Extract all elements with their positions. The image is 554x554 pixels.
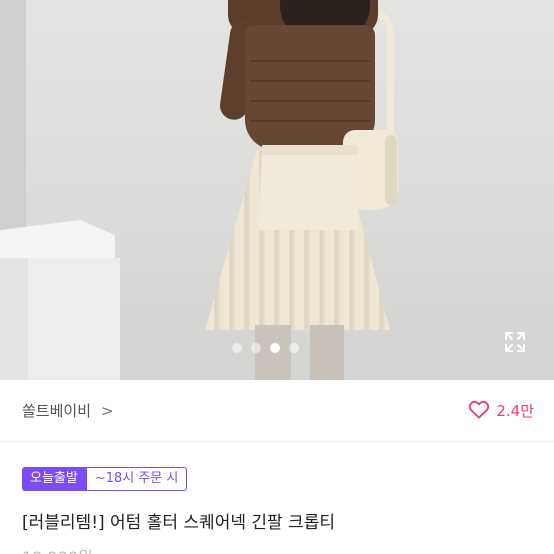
pedestal-side	[0, 258, 28, 380]
carousel-dot[interactable]	[232, 343, 242, 353]
like-count: 2.4만	[496, 402, 534, 420]
top-rib	[250, 100, 370, 102]
model-leg	[310, 325, 344, 380]
expand-icon[interactable]	[503, 330, 527, 354]
bag-shade	[385, 135, 397, 205]
delivery-badges: 오늘출발 ~18시 주문 시	[22, 467, 188, 491]
top-rib	[250, 120, 370, 122]
skirt-yoke	[258, 150, 358, 230]
top-rib	[250, 80, 370, 82]
carousel-dots	[232, 343, 299, 353]
product-price: 19,900원	[22, 544, 93, 554]
seller-link[interactable]: 쏠트베이비 >	[22, 400, 114, 421]
chevron-right-icon: >	[101, 401, 114, 420]
product-title: [러블리템!] 어텀 홀터 스퀘어넥 긴팔 크롭티	[22, 513, 335, 533]
seller-row: 쏠트베이비 > 2.4만	[0, 380, 554, 442]
top-rib	[250, 60, 370, 62]
heart-icon	[468, 399, 490, 423]
carousel-dot[interactable]	[270, 343, 280, 353]
skirt-waistband	[262, 145, 357, 155]
carousel-dot[interactable]	[251, 343, 261, 353]
product-image-carousel[interactable]	[0, 0, 554, 380]
carousel-dot[interactable]	[289, 343, 299, 353]
order-cutoff-badge: ~18시 주문 시	[85, 467, 188, 491]
seller-name: 쏠트베이비	[22, 402, 92, 420]
today-shipping-badge: 오늘출발	[22, 467, 86, 491]
like-button[interactable]: 2.4만	[468, 399, 534, 423]
